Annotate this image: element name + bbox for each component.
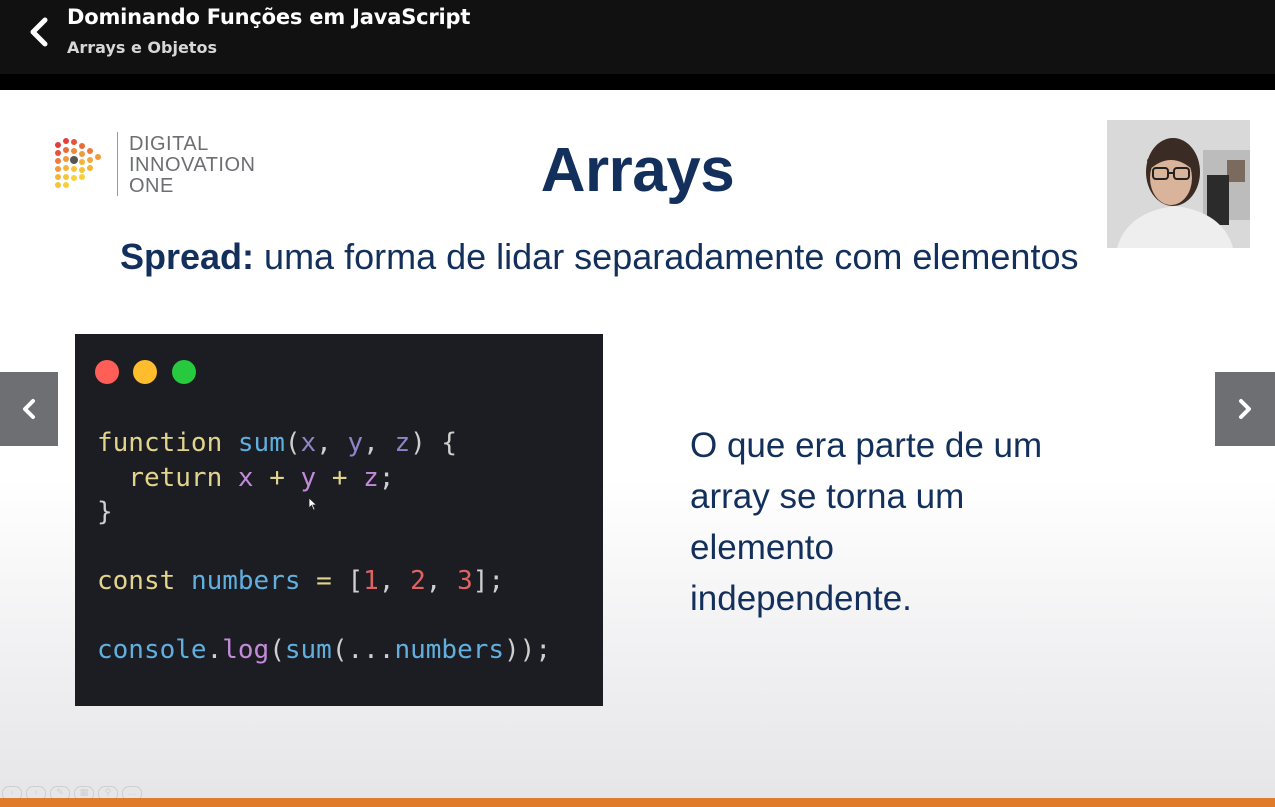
description-line: array se torna um [690, 477, 965, 516]
code-line: const numbers = [1, 2, 3]; [97, 566, 505, 596]
code-block: function sum(x, y, z) { return x + y + z… [97, 426, 551, 668]
window-maximize-dot [172, 360, 196, 384]
video-letterbox [0, 74, 1275, 90]
lesson-title: Arrays e Objetos [67, 38, 217, 57]
course-title: Dominando Funções em JavaScript [67, 5, 471, 29]
window-minimize-dot [133, 360, 157, 384]
spread-description: O que era parte de um array se torna um … [690, 420, 1120, 624]
previous-lesson-button[interactable] [0, 372, 58, 446]
chevron-left-icon [23, 399, 35, 419]
chevron-right-icon [1239, 399, 1251, 419]
window-close-dot [95, 360, 119, 384]
player-header: Dominando Funções em JavaScript Arrays e… [0, 0, 1275, 74]
description-line: independente. [690, 579, 912, 618]
code-line: function sum(x, y, z) { [97, 428, 458, 458]
description-line: O que era parte de um [690, 426, 1043, 465]
video-slide: DIGITAL INNOVATION ONE Arrays Spread: um… [0, 90, 1275, 798]
code-window: function sum(x, y, z) { return x + y + z… [75, 334, 603, 706]
chevron-left-icon [30, 17, 48, 47]
mouse-cursor-icon [308, 497, 318, 511]
description-line: elemento [690, 528, 834, 567]
subtitle-definition: uma forma de lidar separadamente com ele… [254, 236, 1079, 277]
subtitle-term: Spread: [120, 236, 255, 277]
video-progress-bar[interactable] [0, 798, 1275, 807]
slide-title: Arrays [540, 136, 735, 205]
code-line: } [97, 497, 113, 527]
instructor-webcam [1107, 120, 1250, 248]
code-line: return x + y + z; [128, 462, 395, 493]
next-lesson-button[interactable] [1215, 372, 1275, 446]
slide-subtitle: Spread: uma forma de lidar separadamente… [120, 236, 1078, 278]
instructor-avatar [1107, 120, 1250, 248]
back-button[interactable] [22, 12, 56, 52]
code-line: console.log(sum(...numbers)); [97, 635, 551, 665]
